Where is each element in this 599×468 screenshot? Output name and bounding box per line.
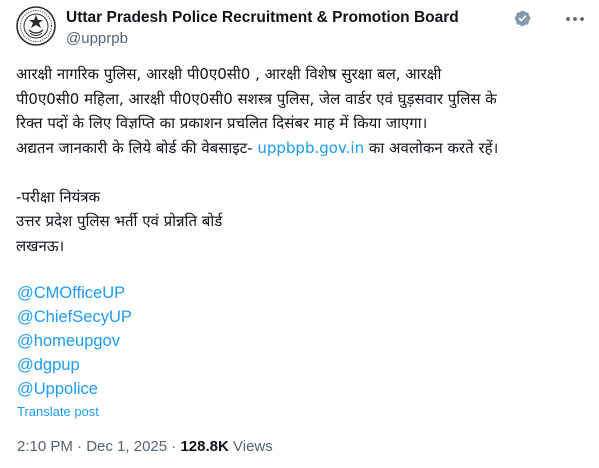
mention-link[interactable]: @CMOfficeUP (17, 283, 125, 303)
mention-link[interactable]: @dgpup (17, 355, 80, 375)
post-line: पी0ए0सी0 महिला, आरक्षी पी0ए0सी0 सशस्त्र … (16, 89, 497, 108)
post-line: रिक्त पदों के लिए विज्ञप्ति का प्रकाशन प… (16, 114, 428, 132)
post-text-fragment: का अवलोकन करते रहें। (364, 138, 499, 157)
post-text: आरक्षी नागरिक पुलिस, आरक्षी पी0ए0सी0 , आ… (16, 62, 591, 258)
post-line: आरक्षी नागरिक पुलिस, आरक्षी पी0ए0सी0 , आ… (16, 65, 442, 83)
website-link[interactable]: uppbpb.gov.in (257, 139, 364, 157)
police-emblem-icon (16, 6, 56, 46)
verified-badge-icon[interactable] (513, 9, 532, 28)
more-options-icon[interactable] (562, 10, 588, 28)
signature-line: लखनऊ। (16, 236, 65, 255)
views-count: 128.8K (180, 438, 229, 455)
post-line-website: अद्यतन जानकारी के लिये बोर्ड की वेबसाइट-… (16, 136, 591, 161)
signature-line: उत्तर प्रदेश पुलिस भर्ती एवं प्रोन्नति ब… (16, 212, 223, 230)
post-time[interactable]: 2:10 PM (17, 438, 73, 455)
signature-line: -परीक्षा नियंत्रक (16, 187, 101, 206)
views-label: Views (233, 438, 273, 455)
mention-link[interactable]: @ChiefSecyUP (17, 307, 132, 327)
avatar[interactable] (16, 6, 56, 46)
translate-post-link[interactable]: Translate post (17, 404, 99, 420)
post-meta: 2:10 PM · Dec 1, 2025 · 128.8K Views (17, 438, 273, 456)
post-text-fragment: अद्यतन जानकारी के लिये बोर्ड की वेबसाइट- (16, 138, 258, 157)
mention-link[interactable]: @homeupgov (17, 331, 120, 351)
post-date[interactable]: Dec 1, 2025 (86, 438, 167, 455)
account-handle[interactable]: @upprpb (66, 30, 128, 48)
account-name[interactable]: Uttar Pradesh Police Recruitment & Promo… (66, 8, 459, 28)
mention-link[interactable]: @Uppolice (17, 379, 98, 399)
meta-separator: · (77, 438, 87, 455)
